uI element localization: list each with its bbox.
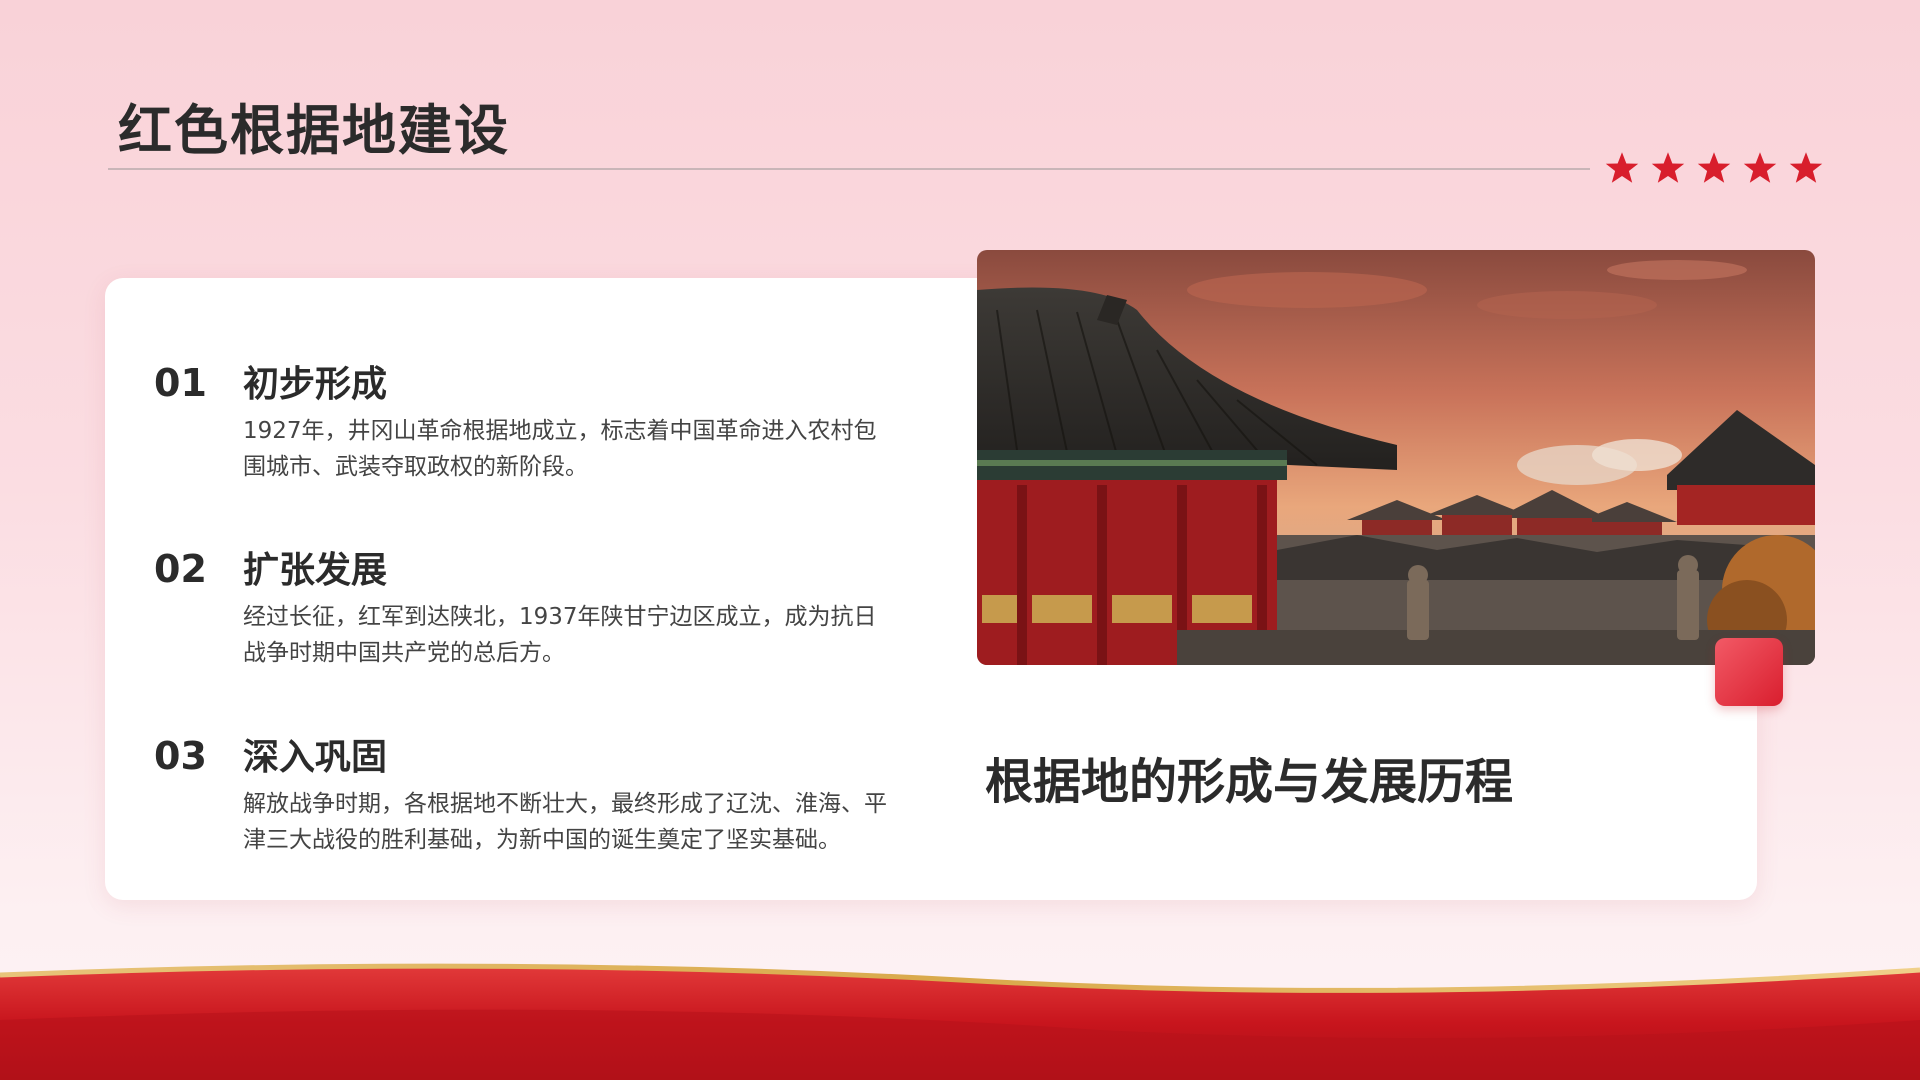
- item-number: 03: [154, 734, 207, 778]
- star-icon: [1651, 152, 1685, 183]
- accent-square: [1715, 638, 1783, 706]
- title-divider: [108, 168, 1590, 170]
- star-row: [1604, 144, 1824, 192]
- temple-sunset-illustration: [977, 250, 1815, 665]
- star-icon: [1789, 152, 1823, 183]
- item-number: 01: [154, 361, 207, 405]
- star-icon: [1743, 152, 1777, 183]
- item-title: 扩张发展: [243, 550, 388, 591]
- item-title: 初步形成: [243, 364, 388, 405]
- slide-title: 红色根据地建设: [118, 99, 510, 162]
- decorative-red-ribbon: [0, 950, 1920, 1080]
- star-icon: [1697, 152, 1731, 183]
- architecture-photo: [977, 250, 1815, 665]
- item-description: 经过长征，红军到达陕北，1937年陕甘宁边区成立，成为抗日战争时期中国共产党的总…: [243, 604, 877, 666]
- section-subtitle: 根据地的形成与发展历程: [985, 754, 1514, 810]
- item-number: 02: [154, 547, 207, 591]
- item-description: 1927年，井冈山革命根据地成立，标志着中国革命进入农村包围城市、武装夺取政权的…: [243, 418, 877, 480]
- item-title: 深入巩固: [243, 737, 388, 778]
- item-description: 解放战争时期，各根据地不断壮大，最终形成了辽沈、淮海、平津三大战役的胜利基础，为…: [243, 791, 887, 853]
- star-icon: [1605, 152, 1639, 183]
